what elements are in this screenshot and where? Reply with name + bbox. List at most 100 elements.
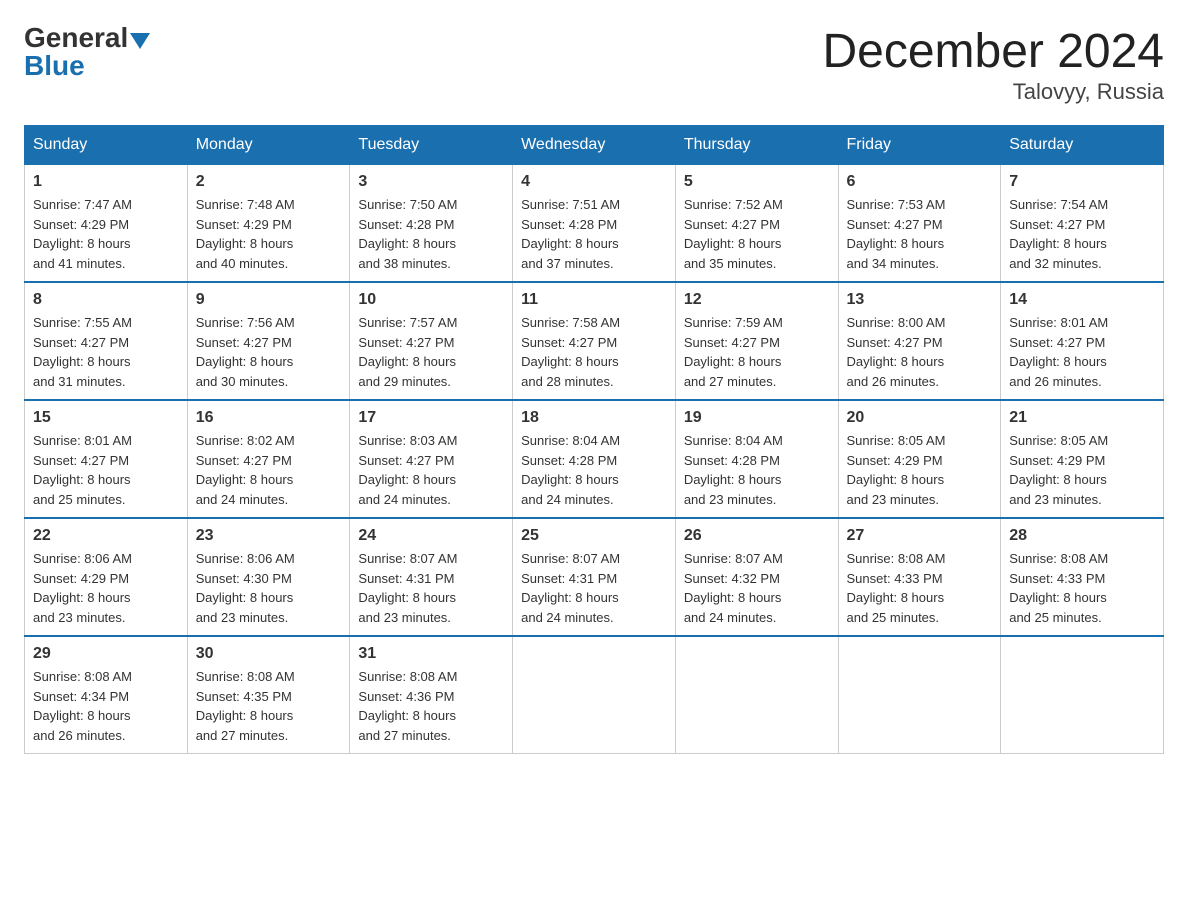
calendar-week-row: 8 Sunrise: 7:55 AMSunset: 4:27 PMDaylight… xyxy=(25,282,1164,400)
calendar-cell: 14Sunrise: 8:01 AMSunset: 4:27 PMDayligh… xyxy=(1001,282,1164,400)
day-header-tuesday: Tuesday xyxy=(350,126,513,165)
calendar-cell: 20 Sunrise: 8:05 AMSunset: 4:29 PMDayligh… xyxy=(838,400,1001,518)
calendar-cell: 13 Sunrise: 8:00 AMSunset: 4:27 PMDayligh… xyxy=(838,282,1001,400)
calendar-cell: 8 Sunrise: 7:55 AMSunset: 4:27 PMDaylight… xyxy=(25,282,188,400)
day-info: Sunrise: 8:03 AMSunset: 4:27 PMDaylight:… xyxy=(358,431,504,509)
day-number: 1 xyxy=(33,173,179,191)
day-number: 4 xyxy=(521,173,667,191)
calendar-cell xyxy=(675,636,838,754)
calendar-cell: 19 Sunrise: 8:04 AMSunset: 4:28 PMDayligh… xyxy=(675,400,838,518)
calendar-cell: 4 Sunrise: 7:51 AMSunset: 4:28 PMDaylight… xyxy=(513,165,676,283)
day-info: Sunrise: 7:47 AMSunset: 4:29 PMDaylight:… xyxy=(33,195,179,273)
calendar-cell: 1 Sunrise: 7:47 AMSunset: 4:29 PMDaylight… xyxy=(25,165,188,283)
day-header-monday: Monday xyxy=(187,126,350,165)
day-info: Sunrise: 8:07 AMSunset: 4:31 PMDaylight:… xyxy=(521,549,667,627)
day-info: Sunrise: 7:54 AMSunset: 4:27 PMDaylight:… xyxy=(1009,195,1155,273)
calendar-cell: 24 Sunrise: 8:07 AMSunset: 4:31 PMDayligh… xyxy=(350,518,513,636)
calendar-cell: 28 Sunrise: 8:08 AMSunset: 4:33 PMDayligh… xyxy=(1001,518,1164,636)
calendar-cell: 17 Sunrise: 8:03 AMSunset: 4:27 PMDayligh… xyxy=(350,400,513,518)
day-info: Sunrise: 8:08 AMSunset: 4:33 PMDaylight:… xyxy=(1009,549,1155,627)
day-info: Sunrise: 7:51 AMSunset: 4:28 PMDaylight:… xyxy=(521,195,667,273)
day-info: Sunrise: 8:05 AMSunset: 4:29 PMDaylight:… xyxy=(847,431,993,509)
calendar-cell xyxy=(838,636,1001,754)
calendar-cell: 16Sunrise: 8:02 AMSunset: 4:27 PMDayligh… xyxy=(187,400,350,518)
logo: General Blue xyxy=(24,24,150,80)
day-header-saturday: Saturday xyxy=(1001,126,1164,165)
day-header-wednesday: Wednesday xyxy=(513,126,676,165)
calendar-cell: 6 Sunrise: 7:53 AMSunset: 4:27 PMDaylight… xyxy=(838,165,1001,283)
day-number: 12 xyxy=(684,291,830,309)
logo-blue: Blue xyxy=(24,50,85,81)
day-number: 10 xyxy=(358,291,504,309)
title-section: December 2024 Talovyy, Russia xyxy=(822,24,1164,105)
day-number: 31 xyxy=(358,645,504,663)
day-info: Sunrise: 8:02 AMSunset: 4:27 PMDaylight:… xyxy=(196,431,342,509)
day-number: 24 xyxy=(358,527,504,545)
day-info: Sunrise: 7:50 AMSunset: 4:28 PMDaylight:… xyxy=(358,195,504,273)
day-info: Sunrise: 7:48 AMSunset: 4:29 PMDaylight:… xyxy=(196,195,342,273)
day-number: 11 xyxy=(521,291,667,309)
day-number: 8 xyxy=(33,291,179,309)
day-info: Sunrise: 8:08 AMSunset: 4:34 PMDaylight:… xyxy=(33,667,179,745)
day-number: 13 xyxy=(847,291,993,309)
calendar-table: SundayMondayTuesdayWednesdayThursdayFrid… xyxy=(24,125,1164,754)
day-number: 26 xyxy=(684,527,830,545)
day-info: Sunrise: 8:07 AMSunset: 4:31 PMDaylight:… xyxy=(358,549,504,627)
day-header-thursday: Thursday xyxy=(675,126,838,165)
logo-triangle-icon xyxy=(130,33,150,49)
day-number: 6 xyxy=(847,173,993,191)
day-info: Sunrise: 8:07 AMSunset: 4:32 PMDaylight:… xyxy=(684,549,830,627)
day-number: 23 xyxy=(196,527,342,545)
calendar-week-row: 29Sunrise: 8:08 AMSunset: 4:34 PMDayligh… xyxy=(25,636,1164,754)
day-info: Sunrise: 8:06 AMSunset: 4:29 PMDaylight:… xyxy=(33,549,179,627)
day-number: 15 xyxy=(33,409,179,427)
day-number: 9 xyxy=(196,291,342,309)
day-number: 28 xyxy=(1009,527,1155,545)
calendar-cell: 12 Sunrise: 7:59 AMSunset: 4:27 PMDayligh… xyxy=(675,282,838,400)
month-title: December 2024 xyxy=(822,24,1164,79)
calendar-cell: 26 Sunrise: 8:07 AMSunset: 4:32 PMDayligh… xyxy=(675,518,838,636)
day-info: Sunrise: 7:52 AMSunset: 4:27 PMDaylight:… xyxy=(684,195,830,273)
day-info: Sunrise: 8:06 AMSunset: 4:30 PMDaylight:… xyxy=(196,549,342,627)
page-header: General Blue December 2024 Talovyy, Russ… xyxy=(24,24,1164,105)
day-info: Sunrise: 8:08 AMSunset: 4:33 PMDaylight:… xyxy=(847,549,993,627)
calendar-cell xyxy=(1001,636,1164,754)
day-info: Sunrise: 7:56 AMSunset: 4:27 PMDaylight:… xyxy=(196,313,342,391)
day-info: Sunrise: 7:59 AMSunset: 4:27 PMDaylight:… xyxy=(684,313,830,391)
calendar-cell: 2Sunrise: 7:48 AMSunset: 4:29 PMDaylight… xyxy=(187,165,350,283)
calendar-cell: 3 Sunrise: 7:50 AMSunset: 4:28 PMDaylight… xyxy=(350,165,513,283)
day-number: 20 xyxy=(847,409,993,427)
day-header-sunday: Sunday xyxy=(25,126,188,165)
calendar-cell: 11 Sunrise: 7:58 AMSunset: 4:27 PMDayligh… xyxy=(513,282,676,400)
day-info: Sunrise: 7:55 AMSunset: 4:27 PMDaylight:… xyxy=(33,313,179,391)
day-number: 19 xyxy=(684,409,830,427)
day-info: Sunrise: 7:53 AMSunset: 4:27 PMDaylight:… xyxy=(847,195,993,273)
day-info: Sunrise: 8:08 AMSunset: 4:36 PMDaylight:… xyxy=(358,667,504,745)
calendar-cell: 21Sunrise: 8:05 AMSunset: 4:29 PMDayligh… xyxy=(1001,400,1164,518)
day-number: 17 xyxy=(358,409,504,427)
day-number: 18 xyxy=(521,409,667,427)
day-number: 27 xyxy=(847,527,993,545)
day-number: 30 xyxy=(196,645,342,663)
logo-general: General xyxy=(24,22,128,53)
calendar-cell: 29Sunrise: 8:08 AMSunset: 4:34 PMDayligh… xyxy=(25,636,188,754)
calendar-week-row: 15Sunrise: 8:01 AMSunset: 4:27 PMDayligh… xyxy=(25,400,1164,518)
calendar-cell: 30 Sunrise: 8:08 AMSunset: 4:35 PMDayligh… xyxy=(187,636,350,754)
calendar-cell: 9 Sunrise: 7:56 AMSunset: 4:27 PMDaylight… xyxy=(187,282,350,400)
day-number: 3 xyxy=(358,173,504,191)
calendar-cell: 15Sunrise: 8:01 AMSunset: 4:27 PMDayligh… xyxy=(25,400,188,518)
day-info: Sunrise: 8:08 AMSunset: 4:35 PMDaylight:… xyxy=(196,667,342,745)
calendar-header-row: SundayMondayTuesdayWednesdayThursdayFrid… xyxy=(25,126,1164,165)
calendar-cell: 31 Sunrise: 8:08 AMSunset: 4:36 PMDayligh… xyxy=(350,636,513,754)
day-info: Sunrise: 7:57 AMSunset: 4:27 PMDaylight:… xyxy=(358,313,504,391)
day-info: Sunrise: 8:04 AMSunset: 4:28 PMDaylight:… xyxy=(521,431,667,509)
calendar-cell: 25 Sunrise: 8:07 AMSunset: 4:31 PMDayligh… xyxy=(513,518,676,636)
calendar-week-row: 22 Sunrise: 8:06 AMSunset: 4:29 PMDayligh… xyxy=(25,518,1164,636)
day-info: Sunrise: 8:04 AMSunset: 4:28 PMDaylight:… xyxy=(684,431,830,509)
day-info: Sunrise: 8:05 AMSunset: 4:29 PMDaylight:… xyxy=(1009,431,1155,509)
day-info: Sunrise: 7:58 AMSunset: 4:27 PMDaylight:… xyxy=(521,313,667,391)
calendar-week-row: 1 Sunrise: 7:47 AMSunset: 4:29 PMDaylight… xyxy=(25,165,1164,283)
day-info: Sunrise: 8:00 AMSunset: 4:27 PMDaylight:… xyxy=(847,313,993,391)
day-number: 22 xyxy=(33,527,179,545)
day-number: 25 xyxy=(521,527,667,545)
